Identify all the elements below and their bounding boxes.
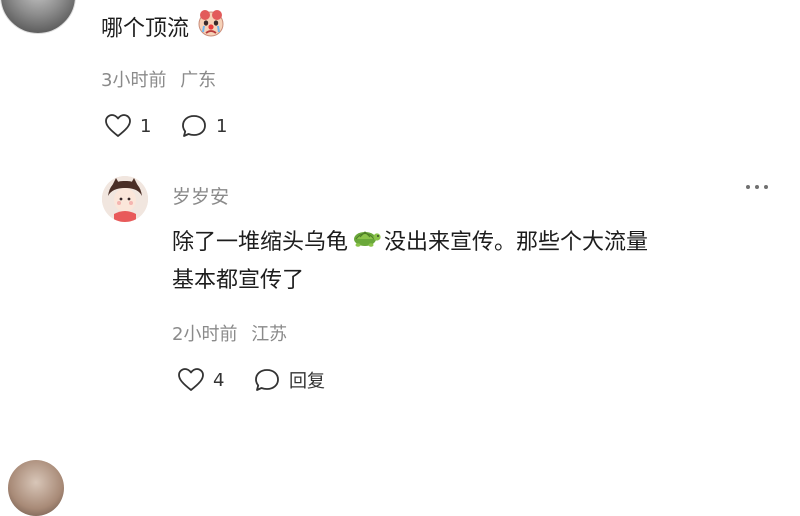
comment-location: 广东 xyxy=(180,70,217,91)
comment-bubble-icon xyxy=(255,369,279,391)
reply-time: 2小时前 xyxy=(172,324,238,345)
commenter-avatar[interactable] xyxy=(0,0,76,34)
reply-reply-button[interactable]: 回复 xyxy=(253,367,325,393)
like-count: 1 xyxy=(140,115,152,137)
reply-text-line2: 基本都宣传了 xyxy=(172,268,305,293)
comment-like-button[interactable]: 1 xyxy=(104,113,151,139)
reply-like-button[interactable]: 4 xyxy=(177,367,224,393)
crying-clown-emoji-icon xyxy=(196,8,226,51)
comment-body: 哪个顶流 xyxy=(101,16,190,42)
comment-meta: 3小时前 广东 xyxy=(101,66,216,92)
reply-username[interactable]: 岁岁安 xyxy=(172,182,229,209)
reply-count: 1 xyxy=(216,115,228,137)
heart-icon xyxy=(105,114,131,137)
more-dot xyxy=(755,185,759,189)
reply-text-part1: 除了一堆缩头乌龟 xyxy=(172,230,349,255)
reply-location: 江苏 xyxy=(251,324,288,345)
reply-text-line1: 除了一堆缩头乌龟 没出来宣传。那些个大流量 xyxy=(172,224,772,262)
more-options-button[interactable] xyxy=(746,185,768,189)
reply-label: 回复 xyxy=(289,371,325,392)
comment-bubble-icon xyxy=(182,115,206,137)
comment-time: 3小时前 xyxy=(101,70,167,91)
reply-like-count: 4 xyxy=(213,369,225,391)
comment-text: 哪个顶流 xyxy=(101,8,226,51)
next-commenter-avatar[interactable] xyxy=(8,460,64,516)
comment-reply-button[interactable]: 1 xyxy=(180,113,227,139)
reply-meta: 2小时前 江苏 xyxy=(172,320,287,346)
turtle-emoji-icon xyxy=(350,224,382,262)
more-dot xyxy=(746,185,750,189)
heart-icon xyxy=(178,368,204,391)
reply-user-avatar[interactable] xyxy=(102,176,148,222)
reply-text: 除了一堆缩头乌龟 没出来宣传。那些个大流量 基本都宣传了 xyxy=(172,224,772,300)
reply-text-part2: 没出来宣传。那些个大流量 xyxy=(384,230,649,255)
more-dot xyxy=(764,185,768,189)
